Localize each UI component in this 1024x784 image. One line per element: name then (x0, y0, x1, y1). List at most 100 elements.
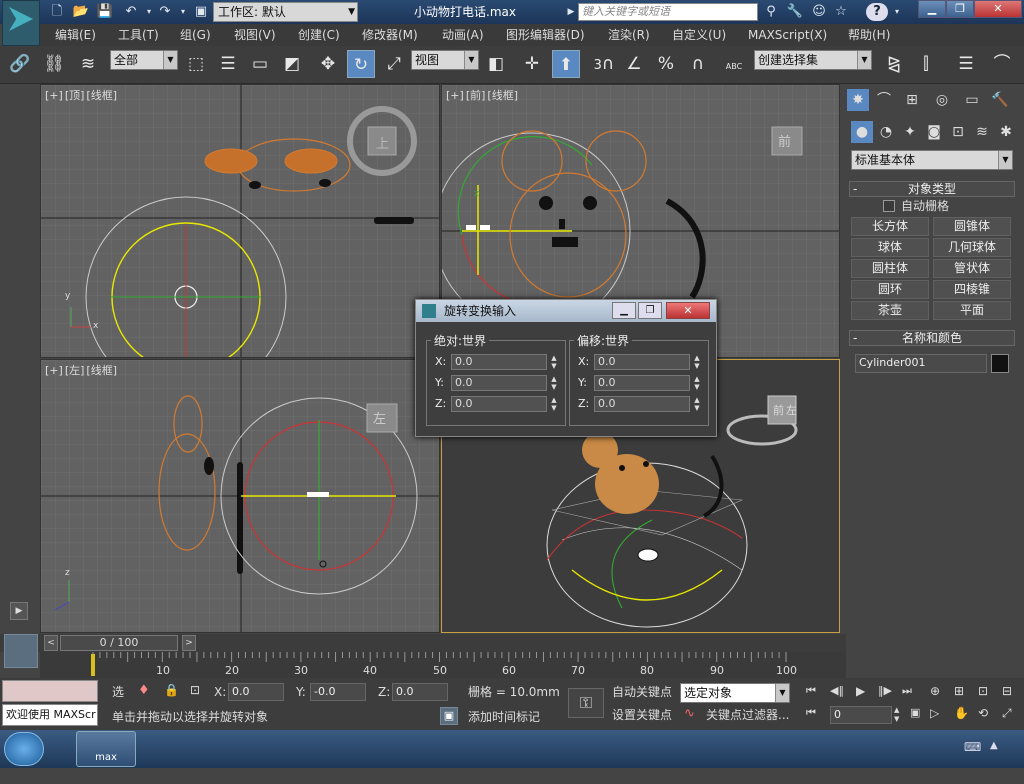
vp-plus[interactable]: [+] (45, 364, 63, 377)
start-button[interactable] (4, 732, 44, 766)
shapes-icon[interactable]: ◔ (875, 121, 897, 143)
plane-button[interactable]: 平面 (933, 301, 1011, 320)
minimize-button[interactable]: ▁ (918, 0, 946, 18)
dialog-minimize-button[interactable]: ▁ (612, 302, 636, 319)
maxscript-mini-listener-top[interactable] (2, 680, 98, 702)
percent-snap-icon[interactable]: % (652, 50, 680, 78)
zoom-icon[interactable]: ⊕ (930, 684, 948, 700)
display-tab-icon[interactable]: ▭ (961, 89, 983, 111)
scale-icon[interactable]: ⤢ (380, 50, 408, 78)
add-time-tag-button[interactable]: 添加时间标记 (468, 708, 540, 726)
utilities-tab-icon[interactable]: 🔨 (989, 89, 1011, 111)
vp-plus[interactable]: [+] (446, 89, 464, 102)
cone-button[interactable]: 圆锥体 (933, 217, 1011, 236)
play-icon[interactable]: ▶ (856, 684, 874, 700)
edit-named-sets-icon[interactable]: ABC (720, 50, 748, 78)
maxscript-mini-listener[interactable]: 欢迎使用 MAXScr (2, 704, 98, 726)
key-icon[interactable]: ⚿ (568, 688, 604, 718)
viewport-top[interactable]: [+] [顶] [线框] 上 y x (40, 84, 440, 358)
frame-spinner[interactable]: ▲ ▼ (894, 706, 904, 724)
link-icon[interactable]: 🔗 (6, 50, 34, 78)
cameras-icon[interactable]: ◙ (923, 121, 945, 143)
lights-icon[interactable]: ✦ (899, 121, 921, 143)
key-mode-toggle-icon[interactable]: ⏮ (806, 706, 824, 722)
redo-dropdown-icon[interactable]: ▾ (174, 3, 192, 21)
hierarchy-tab-icon[interactable]: ⊞ (901, 89, 923, 111)
spinner-snap-icon[interactable]: ∩ (684, 50, 712, 78)
time-config-icon[interactable]: ▣ (910, 706, 928, 722)
abs-z-spinner[interactable]: ▲ ▼ (549, 396, 559, 412)
isolate-selection-icon[interactable]: ♦ (138, 683, 154, 699)
move-icon[interactable]: ✥ (314, 50, 342, 78)
box-button[interactable]: 长方体 (851, 217, 929, 236)
maxscript-listener-toggle[interactable]: ▶ (10, 602, 28, 620)
torus-button[interactable]: 圆环 (851, 280, 929, 299)
vp-plus[interactable]: [+] (45, 89, 63, 102)
menu-group[interactable]: 组(G) (180, 26, 211, 44)
spacewarps-icon[interactable]: ≋ (971, 121, 993, 143)
vp-view-name[interactable]: [顶] (65, 89, 85, 102)
timeline-track[interactable]: 10 20 30 40 50 60 70 80 90 100 (40, 652, 846, 678)
menu-customize[interactable]: 自定义(U) (672, 26, 726, 44)
auto-key-button[interactable]: 自动关键点 (612, 683, 672, 701)
absolute-mode-icon[interactable]: ⊡ (190, 683, 206, 699)
zoom-extents-icon[interactable]: ⊡ (978, 684, 996, 700)
next-frame-button[interactable]: > (182, 635, 196, 651)
viewport-layout-icon[interactable] (4, 634, 38, 668)
name-color-rollout[interactable]: - 名称和颜色 (849, 330, 1015, 346)
star-icon[interactable]: ☆ (832, 3, 850, 21)
menu-view[interactable]: 视图(V) (234, 26, 276, 44)
next-key-icon[interactable]: ‖▶ (878, 684, 896, 700)
menu-help[interactable]: 帮助(H) (848, 26, 890, 44)
zoom-extents-all-icon[interactable]: ⊟ (1002, 684, 1020, 700)
pyramid-button[interactable]: 四棱锥 (933, 280, 1011, 299)
vp-shading[interactable]: [线框] (86, 364, 117, 377)
app-logo-button[interactable] (2, 0, 40, 46)
vp-view-name[interactable]: [左] (65, 364, 85, 377)
viewport-left[interactable]: [+] [左] [线框] 左 z (40, 359, 440, 633)
redo-icon[interactable]: ↷ (156, 3, 174, 21)
snap-toggle-icon[interactable]: 3∩ (590, 50, 618, 78)
sphere-button[interactable]: 球体 (851, 238, 929, 257)
viewport-label-top[interactable]: [+] [顶] [线框] (45, 87, 119, 103)
tube-button[interactable]: 管状体 (933, 259, 1011, 278)
abs-y-input[interactable]: 0.0 (451, 375, 547, 391)
maximize-viewport-icon[interactable]: ⤢ (1002, 706, 1020, 722)
off-z-spinner[interactable]: ▲ ▼ (692, 396, 702, 412)
tools-icon[interactable]: 🔧 (786, 3, 804, 21)
taskbar-3dsmax[interactable]: max (76, 731, 136, 767)
menu-graph-editors[interactable]: 图形编辑器(D) (506, 26, 585, 44)
geosphere-button[interactable]: 几何球体 (933, 238, 1011, 257)
geometry-icon[interactable]: ● (851, 121, 873, 143)
selection-filter-dropdown[interactable]: 全部 ▼ (110, 50, 178, 70)
pan-icon[interactable]: ✋ (954, 706, 972, 722)
key-mode-dropdown[interactable]: 选定对象 ▼ (680, 683, 790, 703)
zoom-all-icon[interactable]: ⊞ (954, 684, 972, 700)
object-name-input[interactable]: Cylinder001 (855, 354, 987, 373)
off-y-input[interactable]: 0.0 (594, 375, 690, 391)
viewport-label-front[interactable]: [+] [前] [线框] (446, 87, 520, 103)
primitive-type-dropdown[interactable]: 标准基本体 ▼ (851, 150, 1013, 170)
unlink-icon[interactable]: ⛓ (40, 50, 68, 78)
systems-icon[interactable]: ✱ (995, 121, 1017, 143)
pivot-center-icon[interactable]: ◧ (482, 50, 510, 78)
maximize-button[interactable]: ❐ (946, 0, 974, 18)
rotate-icon[interactable]: ↻ (347, 50, 375, 78)
close-button[interactable]: ✕ (974, 0, 1022, 18)
dialog-close-button[interactable]: ✕ (666, 302, 710, 319)
tray-arrow-icon[interactable]: ▲ (990, 740, 1006, 756)
time-tag-icon[interactable]: ▣ (440, 707, 458, 725)
keyboard-icon[interactable]: ⌨ (964, 740, 982, 756)
abs-x-spinner[interactable]: ▲ ▼ (549, 354, 559, 370)
menu-edit[interactable]: 编辑(E) (55, 26, 96, 44)
set-key-button[interactable]: 设置关键点 (612, 706, 672, 724)
off-z-input[interactable]: 0.0 (594, 396, 690, 412)
curve-editor-icon[interactable]: ⌒ (988, 50, 1016, 78)
x-coord-input[interactable]: 0.0 (228, 683, 284, 701)
help-button[interactable]: ? (866, 3, 888, 21)
workspace-dropdown[interactable]: 工作区: 默认 ▼ (213, 2, 358, 22)
abs-x-input[interactable]: 0.0 (451, 354, 547, 370)
select-object-icon[interactable]: ⬚ (182, 50, 210, 78)
time-slider[interactable]: 0 / 100 (60, 635, 178, 651)
rect-selection-icon[interactable]: ▭ (246, 50, 274, 78)
